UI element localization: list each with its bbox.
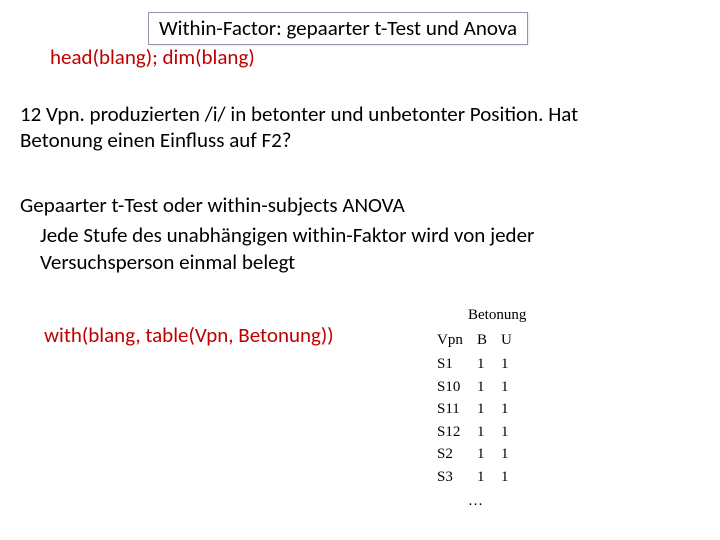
- table-row: S1 1 1: [432, 353, 520, 376]
- table-row: S11 1 1: [432, 398, 520, 421]
- cell-u: 1: [496, 443, 520, 466]
- cell-vpn: S11: [432, 398, 472, 421]
- col-header-vpn: Vpn: [432, 329, 472, 354]
- paragraph-anova: Gepaarter t-Test oder within-subjects AN…: [20, 192, 640, 275]
- para2-body: Jede Stufe des unabhängigen within-Fakto…: [40, 222, 640, 275]
- cell-vpn: S3: [432, 466, 472, 489]
- cell-u: 1: [496, 353, 520, 376]
- cell-vpn: S10: [432, 376, 472, 399]
- cell-u: 1: [496, 421, 520, 444]
- table-row: S3 1 1: [432, 466, 520, 489]
- cell-b: 1: [472, 421, 496, 444]
- cell-b: 1: [472, 398, 496, 421]
- table-super-header: Betonung: [468, 304, 526, 327]
- cell-b: 1: [472, 376, 496, 399]
- cell-vpn: S12: [432, 421, 472, 444]
- code-with-table: with(blang, table(Vpn, Betonung)): [44, 322, 334, 348]
- col-header-b: B: [472, 329, 496, 354]
- cell-u: 1: [496, 466, 520, 489]
- cell-vpn: S2: [432, 443, 472, 466]
- output-table: Betonung Vpn B U S1 1 1 S10 1 1 S11 1 1: [432, 304, 526, 513]
- code-head-dim: head(blang); dim(blang): [50, 44, 255, 70]
- paragraph-description: 12 Vpn. produzierten /i/ in betonter und…: [20, 101, 600, 154]
- table-header-row: Vpn B U: [432, 329, 520, 354]
- cell-b: 1: [472, 353, 496, 376]
- table-row: S12 1 1: [432, 421, 520, 444]
- slide-title: Within-Factor: gepaarter t-Test und Anov…: [148, 12, 528, 45]
- table-row: S2 1 1: [432, 443, 520, 466]
- cell-b: 1: [472, 466, 496, 489]
- cell-u: 1: [496, 398, 520, 421]
- col-header-u: U: [496, 329, 520, 354]
- cell-b: 1: [472, 443, 496, 466]
- cell-vpn: S1: [432, 353, 472, 376]
- cell-u: 1: [496, 376, 520, 399]
- table-ellipsis: …: [468, 490, 526, 513]
- para2-lead: Gepaarter t-Test oder within-subjects AN…: [20, 192, 405, 218]
- table-row: S10 1 1: [432, 376, 520, 399]
